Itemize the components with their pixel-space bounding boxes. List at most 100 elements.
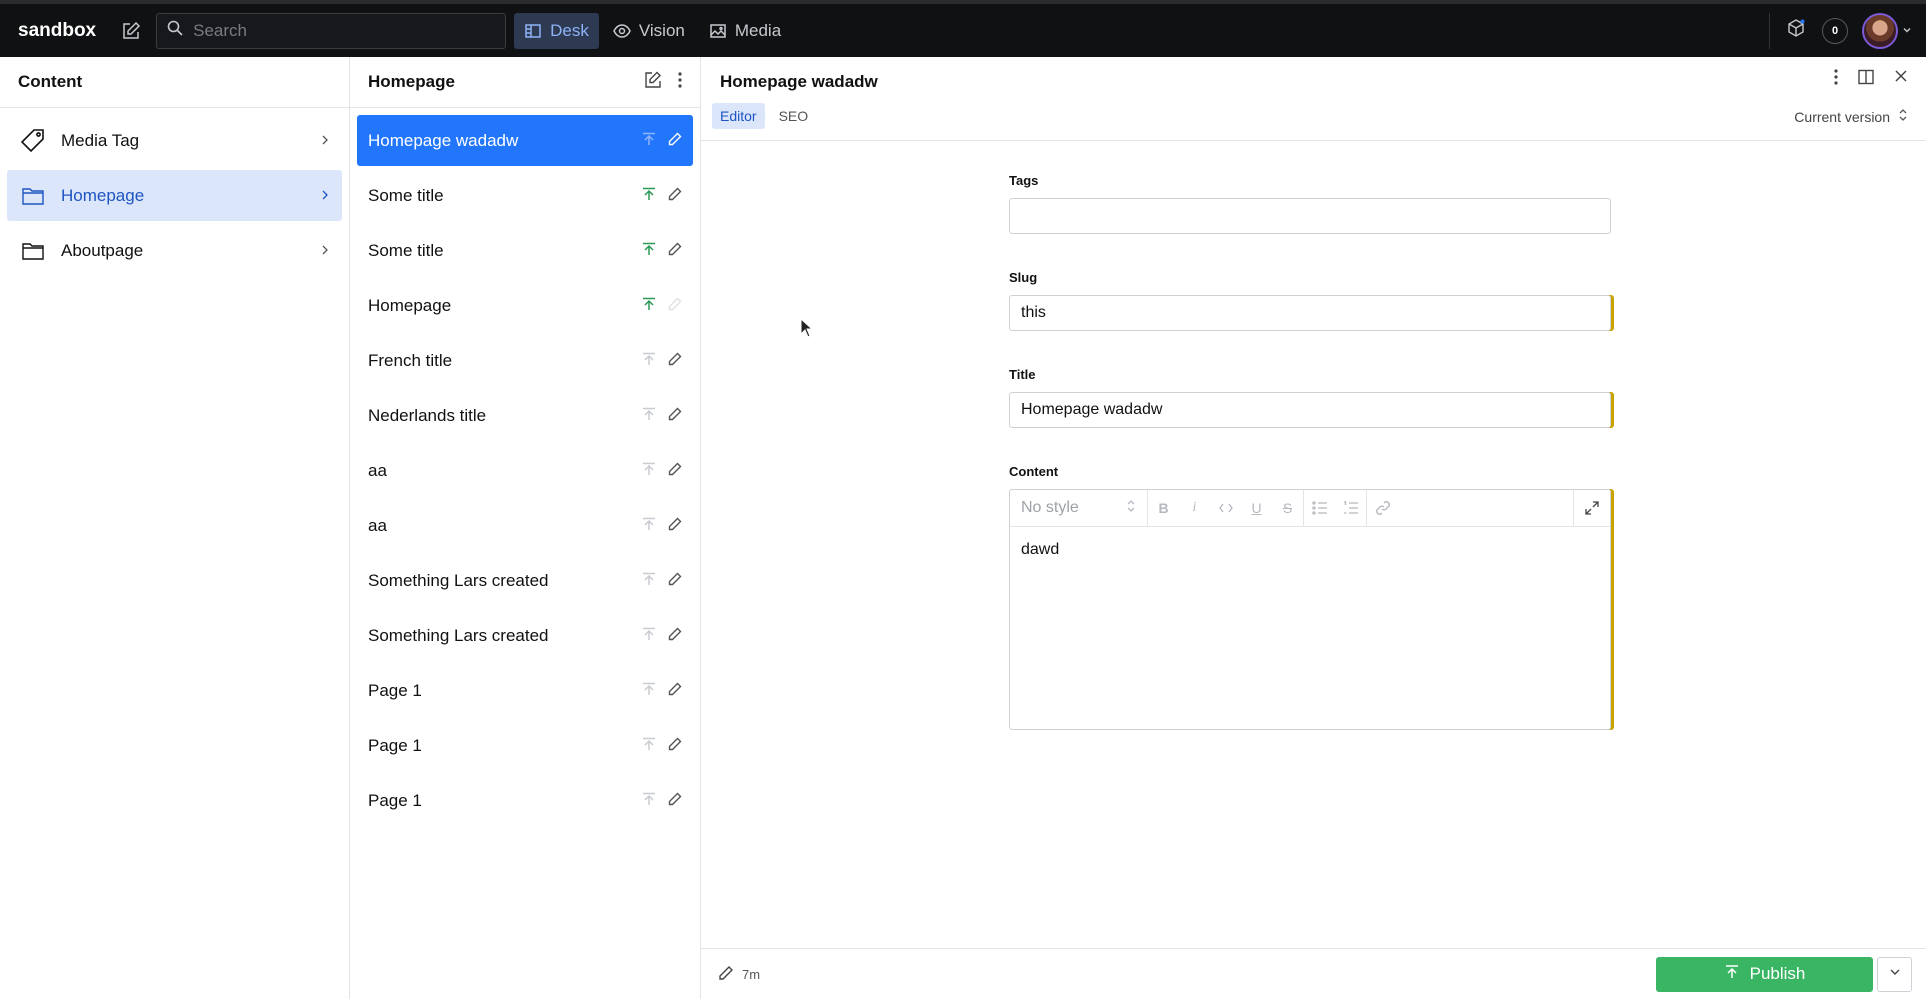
block-style-select[interactable]: No style — [1010, 489, 1148, 527]
up-down-icon — [1898, 108, 1908, 125]
document-list-item-label: Something Lars created — [368, 625, 549, 645]
underline-icon[interactable]: U — [1241, 490, 1272, 527]
editor-toolbar: No style B i U S — [1010, 489, 1610, 527]
publish-menu-button[interactable] — [1877, 956, 1912, 992]
slug-label: Slug — [1009, 270, 1038, 285]
pencil-icon — [668, 791, 682, 811]
pencil-icon — [668, 681, 682, 701]
more-options-icon[interactable] — [1834, 69, 1838, 90]
document-list-item-label: Homepage — [368, 295, 452, 315]
document-list-item-label: Page 1 — [368, 790, 422, 810]
document-list-item[interactable]: Page 1 — [357, 720, 693, 771]
search-input[interactable] — [193, 20, 484, 41]
document-list-item[interactable]: Page 1 — [357, 775, 693, 826]
document-list-item-label: French title — [368, 350, 453, 370]
nav-desk[interactable]: Desk — [514, 12, 599, 49]
document-list-item[interactable]: Homepage — [357, 280, 693, 331]
notification-badge[interactable]: 0 — [1822, 17, 1848, 44]
document-list-item[interactable]: Page 1 — [357, 665, 693, 716]
divider — [1769, 12, 1770, 49]
content-item-label: Aboutpage — [61, 240, 144, 260]
numbered-list-icon[interactable] — [1335, 490, 1366, 527]
chevron-right-icon — [320, 131, 330, 151]
document-list-item[interactable]: aa — [357, 445, 693, 496]
strikethrough-icon[interactable]: S — [1272, 490, 1303, 527]
content-field: Content No style B i U S dawd — [1009, 464, 1612, 730]
compose-icon[interactable] — [120, 20, 142, 42]
pencil-icon — [668, 296, 682, 316]
pencil-icon — [668, 241, 682, 261]
document-footer: 7m Publish — [701, 948, 1926, 999]
more-options-icon[interactable] — [678, 71, 682, 93]
published-status-icon — [642, 406, 656, 426]
workspace-name[interactable]: sandbox — [18, 20, 96, 42]
pencil-icon — [668, 186, 682, 206]
mouse-cursor-icon — [800, 317, 814, 343]
publish-button[interactable]: Publish — [1656, 956, 1873, 992]
tab-seo[interactable]: SEO — [771, 103, 817, 129]
nav-media[interactable]: Media — [699, 13, 791, 49]
document-list-item[interactable]: French title — [357, 335, 693, 386]
editor-content[interactable]: dawd — [1010, 527, 1610, 573]
document-editor-pane: Homepage wadadw Editor SEO Current versi… — [701, 57, 1926, 999]
document-list-item-actions — [642, 791, 682, 811]
content-item-homepage[interactable]: Homepage — [7, 170, 342, 221]
document-tabs: Editor SEO — [712, 103, 816, 129]
document-list-item-actions — [642, 626, 682, 646]
search-box[interactable] — [156, 12, 507, 49]
document-list-item-label: aa — [368, 515, 387, 535]
tags-input[interactable] — [1009, 198, 1611, 234]
document-list-item[interactable]: Something Lars created — [357, 610, 693, 661]
title-input[interactable]: Homepage wadadw — [1009, 392, 1611, 428]
document-list-item-actions — [642, 241, 682, 261]
package-icon[interactable] — [1786, 18, 1806, 43]
document-list-item[interactable]: Some title — [357, 170, 693, 221]
bold-icon[interactable]: B — [1148, 490, 1179, 527]
chevron-down-icon[interactable] — [1902, 22, 1912, 40]
document-list-item[interactable]: Some title — [357, 225, 693, 276]
code-icon[interactable] — [1210, 490, 1241, 527]
published-status-icon — [642, 791, 656, 811]
published-status-icon — [642, 626, 656, 646]
document-header: Homepage wadadw Editor SEO Current versi… — [701, 57, 1926, 141]
link-icon[interactable] — [1367, 490, 1398, 527]
edit-status[interactable]: 7m — [718, 965, 760, 984]
chevron-down-icon — [1889, 965, 1901, 983]
tab-editor[interactable]: Editor — [712, 103, 765, 129]
document-list-item-actions — [642, 131, 682, 151]
italic-icon[interactable]: i — [1179, 490, 1210, 527]
published-status-icon — [642, 571, 656, 591]
version-selector[interactable]: Current version — [1794, 108, 1908, 125]
avatar[interactable] — [1862, 12, 1898, 49]
eye-icon — [613, 23, 631, 38]
document-list-item[interactable]: Nederlands title — [357, 390, 693, 441]
document-list-item-label: Page 1 — [368, 735, 422, 755]
block-style-value: No style — [1021, 499, 1079, 516]
content-item-label: Homepage — [61, 185, 145, 205]
desk-icon — [525, 23, 541, 38]
document-list-item-actions — [642, 516, 682, 536]
pencil-icon — [718, 965, 734, 984]
document-list-item[interactable]: Homepage wadadw — [357, 115, 693, 166]
pencil-icon — [668, 516, 682, 536]
slug-input[interactable]: this — [1009, 295, 1611, 331]
content-item-aboutpage[interactable]: Aboutpage — [7, 225, 342, 276]
document-list-item[interactable]: aa — [357, 500, 693, 551]
create-document-icon[interactable] — [644, 71, 662, 94]
content-item-media-tag[interactable]: Media Tag — [7, 115, 342, 166]
publish-icon — [1724, 964, 1740, 985]
split-pane-icon[interactable] — [1858, 69, 1874, 90]
close-icon[interactable] — [1894, 69, 1908, 90]
document-list-item[interactable]: Something Lars created — [357, 555, 693, 606]
document-title: Homepage wadadw — [720, 72, 878, 91]
document-list-item-actions — [642, 736, 682, 756]
pencil-icon — [668, 351, 682, 371]
nav-vision[interactable]: Vision — [603, 13, 695, 49]
content-pane-header: Content — [0, 57, 349, 108]
published-status-icon — [642, 736, 656, 756]
bullet-list-icon[interactable] — [1304, 490, 1335, 527]
document-list-item-label: Nederlands title — [368, 405, 487, 425]
content-pane-title: Content — [18, 72, 83, 91]
expand-icon[interactable] — [1573, 489, 1610, 527]
content-item-label: Media Tag — [61, 130, 140, 150]
